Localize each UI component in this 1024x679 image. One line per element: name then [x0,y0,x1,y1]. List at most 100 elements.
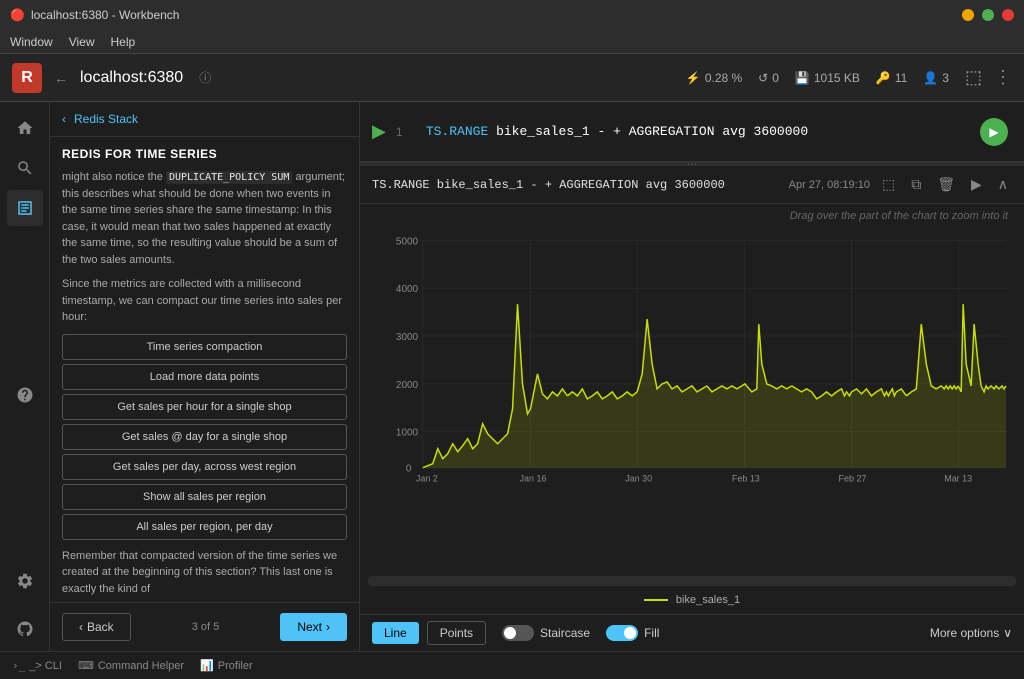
connections-icon: ↺ [758,71,768,85]
memory-icon: 💾 [795,71,810,85]
svg-text:0: 0 [406,464,412,475]
query-keyword: TS.RANGE [426,124,488,139]
run-query-right-btn[interactable]: ▶ [980,118,1008,146]
chart-body: Drag over the part of the chart to zoom … [360,204,1024,614]
memory-value: 1015 KB [814,71,860,85]
tutorial-intro-text: might also notice the DUPLICATE_POLICY S… [62,169,347,268]
close-btn[interactable] [1002,9,1014,21]
metric-users: 👤 3 [923,71,949,85]
tutorial-footer: ‹ Back 3 of 5 Next › [50,602,359,651]
query-editor: ▶ 1 TS.RANGE bike_sales_1 - + AGGREGATIO… [360,102,1024,162]
redis-logo: R [12,63,42,93]
cli-btn[interactable]: ›_ _> CLI [12,659,62,672]
staircase-toggle-group: Staircase [502,625,590,641]
btn-sales-per-hour[interactable]: Get sales per hour for a single shop [62,394,347,420]
menu-help[interactable]: Help [110,35,135,49]
sidebar-icon-github[interactable] [7,611,43,647]
chart-actions: ⬚ ⧉ 🗑 ▶ ∧ [878,174,1012,195]
tutorial-body-text: Since the metrics are collected with a m… [62,276,347,326]
command-helper-btn[interactable]: ⌨ Command Helper [78,659,184,672]
tutorial-back-header[interactable]: ‹ Redis Stack [50,102,359,137]
query-text[interactable]: TS.RANGE bike_sales_1 - + AGGREGATION av… [426,124,970,139]
query-args: bike_sales_1 - + AGGREGATION avg 3600000 [496,124,808,139]
tab-points[interactable]: Points [427,621,486,645]
chevron-left-icon: ‹ [62,112,66,126]
chart-header: TS.RANGE bike_sales_1 - + AGGREGATION av… [360,166,1024,204]
query-line-number: 1 [396,125,416,139]
sidebar-icon-workbench[interactable] [7,190,43,226]
btn-sales-per-day-shop[interactable]: Get sales @ day for a single shop [62,424,347,450]
chart-footer: Line Points Staircase Fill More options … [360,614,1024,651]
chart-svg-wrapper[interactable]: 5000 4000 3000 2000 1000 0 [360,224,1024,572]
bottom-bar: ›_ _> CLI ⌨ Command Helper 📊 Profiler [0,651,1024,679]
sidebar-icons [0,102,50,651]
svg-text:5000: 5000 [396,236,419,247]
maximize-btn[interactable] [982,9,994,21]
svg-text:1000: 1000 [396,428,419,439]
next-button[interactable]: Next › [280,613,347,641]
delete-btn[interactable]: 🗑 [933,174,959,195]
metric-connections: ↺ 0 [758,71,779,85]
chart-container: TS.RANGE bike_sales_1 - + AGGREGATION av… [360,166,1024,651]
chart-svg: 5000 4000 3000 2000 1000 0 [368,224,1016,484]
play-icon: ▶ [989,125,998,139]
play-btn[interactable]: ▶ [967,174,986,195]
command-icon: ⌨ [78,659,94,672]
collapse-btn[interactable]: ∧ [994,174,1012,195]
tutorial-back-label: Redis Stack [74,112,138,126]
copy-btn[interactable]: ⧉ [907,174,925,195]
more-options-label: More options [930,626,999,640]
sidebar-icon-settings[interactable] [7,563,43,599]
menu-bar: Window View Help [0,30,1024,54]
chevron-down-icon: ∨ [1003,626,1012,640]
profile-icon[interactable]: ⬚ [965,67,982,88]
back-label: Back [87,620,114,634]
btn-time-series-compaction[interactable]: Time series compaction [62,334,347,360]
profiler-btn[interactable]: 📊 Profiler [200,659,253,672]
btn-sales-per-day-west[interactable]: Get sales per day, across west region [62,454,347,480]
btn-all-sales-region-day[interactable]: All sales per region, per day [62,514,347,540]
download-btn[interactable]: ⬚ [878,174,899,195]
svg-text:Feb 13: Feb 13 [732,474,760,484]
toolbar-info-icon[interactable]: ⓘ [199,69,211,86]
fill-toggle[interactable] [606,625,638,641]
sidebar-icon-search[interactable] [7,150,43,186]
profiler-icon: 📊 [200,659,214,672]
keys-value: 11 [895,71,907,85]
menu-view[interactable]: View [69,35,95,49]
users-icon: 👤 [923,71,938,85]
menu-window[interactable]: Window [10,35,53,49]
tab-line[interactable]: Line [372,622,419,644]
svg-text:2000: 2000 [396,380,419,391]
toolbar-back-btn[interactable]: ← [54,70,68,86]
tutorial-buttons: Time series compaction Load more data po… [62,334,347,540]
sidebar-icon-home[interactable] [7,110,43,146]
workspace: ▶ 1 TS.RANGE bike_sales_1 - + AGGREGATIO… [360,102,1024,651]
sidebar-icon-help[interactable] [7,377,43,413]
tutorial-footer-text: Remember that compacted version of the t… [62,548,347,598]
btn-show-all-sales-region[interactable]: Show all sales per region [62,484,347,510]
btn-load-more-data[interactable]: Load more data points [62,364,347,390]
svg-text:Jan 30: Jan 30 [625,474,652,484]
staircase-toggle[interactable] [502,625,534,641]
metric-keys: 🔑 11 [876,71,907,85]
svg-text:Jan 16: Jan 16 [520,474,547,484]
next-label: Next [297,620,322,634]
more-options-btn[interactable]: More options ∨ [930,626,1012,640]
minimize-btn[interactable] [962,9,974,21]
keys-icon: 🔑 [876,71,891,85]
toolbar-host: localhost:6380 [80,69,183,87]
chart-scrollbar[interactable] [368,576,1016,586]
cli-label: _> CLI [29,660,62,672]
run-query-left-btn[interactable]: ▶ [372,121,386,142]
legend-label: bike_sales_1 [676,594,740,606]
svg-text:Jan 2: Jan 2 [416,474,438,484]
back-button[interactable]: ‹ Back [62,613,131,641]
page-info: 3 of 5 [192,621,220,633]
app-icon: 🔴 [10,8,25,22]
code-snippet-1: DUPLICATE_POLICY SUM [166,171,292,184]
profiler-label: Profiler [218,660,253,672]
metric-cpu: ⚡ 0.28 % [686,71,742,85]
chart-legend: bike_sales_1 [360,590,1024,610]
kebab-menu-btn[interactable]: ⋮ [994,67,1012,88]
